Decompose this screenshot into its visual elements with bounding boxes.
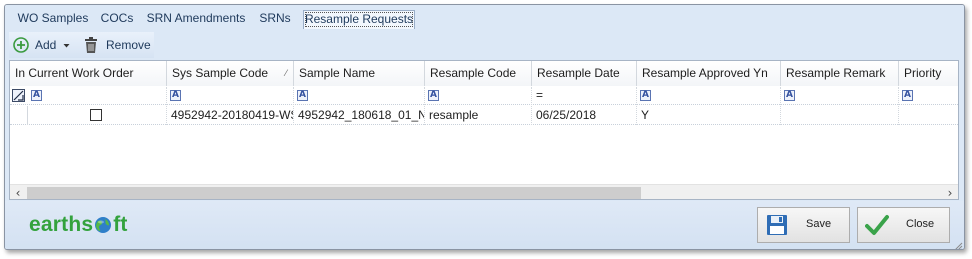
- cell-sys-sample-code[interactable]: 4952942-20180419-WS: [167, 106, 294, 125]
- column-header-sys-sample-code[interactable]: Sys Sample Code ⁄: [167, 61, 294, 86]
- earthsoft-logo: earths ft: [29, 213, 128, 237]
- globe-icon: [94, 216, 112, 234]
- save-label: Save: [806, 218, 832, 230]
- tab-resample-requests[interactable]: Resample Requests: [303, 10, 415, 29]
- column-header-label: Sys Sample Code: [172, 66, 269, 80]
- filter-cell-resample-remark[interactable]: A: [781, 87, 899, 105]
- cell-resample-remark[interactable]: [781, 106, 899, 125]
- trash-icon: [83, 36, 99, 54]
- tab-strip: WO Samples COCs SRN Amendments SRNs Resa…: [5, 5, 964, 29]
- horizontal-scrollbar[interactable]: ‹ ›: [10, 184, 958, 199]
- cell-in-current-work-order[interactable]: [28, 106, 167, 125]
- filter-row: A A A A = A A A: [10, 87, 958, 105]
- resample-requests-window: WO Samples COCs SRN Amendments SRNs Resa…: [4, 4, 965, 250]
- scroll-right-icon[interactable]: ›: [942, 185, 958, 199]
- save-button[interactable]: Save: [757, 207, 850, 243]
- remove-button[interactable]: Remove: [83, 32, 153, 58]
- scrollbar-thumb[interactable]: [27, 187, 641, 199]
- row-selector[interactable]: [10, 106, 28, 125]
- in-current-work-order-checkbox[interactable]: [90, 109, 102, 121]
- filter-cell-resample-approved-yn[interactable]: A: [637, 87, 781, 105]
- add-circle-icon: [12, 36, 30, 54]
- add-button[interactable]: Add: [11, 32, 81, 58]
- filter-cell-sys-sample-code[interactable]: A: [167, 87, 294, 105]
- scroll-left-icon[interactable]: ‹: [10, 185, 26, 199]
- column-header-in-current-work-order[interactable]: In Current Work Order: [10, 61, 167, 86]
- sort-indicator-icon: ⁄: [285, 68, 287, 78]
- filter-text-icon: A: [170, 90, 181, 101]
- filter-cell-resample-code[interactable]: A: [425, 87, 532, 105]
- filter-row-icon: [12, 89, 25, 102]
- tab-cocs[interactable]: COCs: [95, 10, 139, 29]
- column-header-resample-remark[interactable]: Resample Remark: [781, 61, 899, 86]
- filter-text-icon: A: [640, 90, 651, 101]
- logo-text-right: ft: [113, 213, 128, 236]
- remove-label: Remove: [106, 38, 151, 52]
- filter-text-icon: A: [428, 90, 439, 101]
- tab-wo-samples[interactable]: WO Samples: [13, 10, 93, 29]
- close-button[interactable]: Close: [857, 207, 950, 243]
- add-label: Add: [35, 38, 57, 52]
- column-header-resample-approved-yn[interactable]: Resample Approved Yn: [637, 61, 781, 86]
- column-header-sample-name[interactable]: Sample Name: [294, 61, 425, 86]
- filter-text-icon: A: [902, 90, 913, 101]
- save-disk-icon: [766, 214, 788, 236]
- tab-srns[interactable]: SRNs: [255, 10, 295, 29]
- filter-cell-sample-name[interactable]: A: [294, 87, 425, 105]
- filter-operator-equals: =: [536, 88, 544, 102]
- filter-text-icon: A: [784, 90, 795, 101]
- filter-cell-resample-date[interactable]: =: [532, 87, 637, 105]
- footer-bar: earths ft Save Close: [5, 201, 964, 249]
- filter-cell-priority[interactable]: A: [899, 87, 958, 105]
- column-header-priority[interactable]: Priority: [899, 61, 958, 86]
- filter-text-icon: A: [297, 90, 308, 101]
- filter-cell-in-current-work-order[interactable]: A: [28, 87, 167, 105]
- filter-text-icon: A: [31, 90, 42, 101]
- dropdown-arrow-icon[interactable]: [63, 42, 70, 49]
- grid-toolbar: Add Remove: [9, 32, 154, 58]
- cell-priority[interactable]: [899, 106, 958, 125]
- checkmark-icon: [865, 214, 889, 236]
- logo-text-left: earths: [29, 213, 94, 236]
- resample-requests-grid: In Current Work Order Sys Sample Code ⁄ …: [9, 60, 959, 200]
- cell-resample-code[interactable]: resample: [425, 106, 532, 125]
- close-label: Close: [906, 218, 935, 230]
- cell-resample-date[interactable]: 06/25/2018: [532, 106, 637, 125]
- column-header-resample-date[interactable]: Resample Date: [532, 61, 637, 86]
- tab-srn-amendments[interactable]: SRN Amendments: [145, 10, 247, 29]
- filter-row-selector[interactable]: [10, 87, 28, 105]
- grid-header-row: In Current Work Order Sys Sample Code ⁄ …: [10, 61, 958, 86]
- column-header-resample-code[interactable]: Resample Code: [425, 61, 532, 86]
- table-row[interactable]: 4952942-20180419-WS 4952942_180618_01_N …: [10, 106, 958, 125]
- resize-grip-icon[interactable]: [953, 240, 963, 249]
- cell-sample-name[interactable]: 4952942_180618_01_N: [294, 106, 425, 125]
- cell-resample-approved-yn[interactable]: Y: [637, 106, 781, 125]
